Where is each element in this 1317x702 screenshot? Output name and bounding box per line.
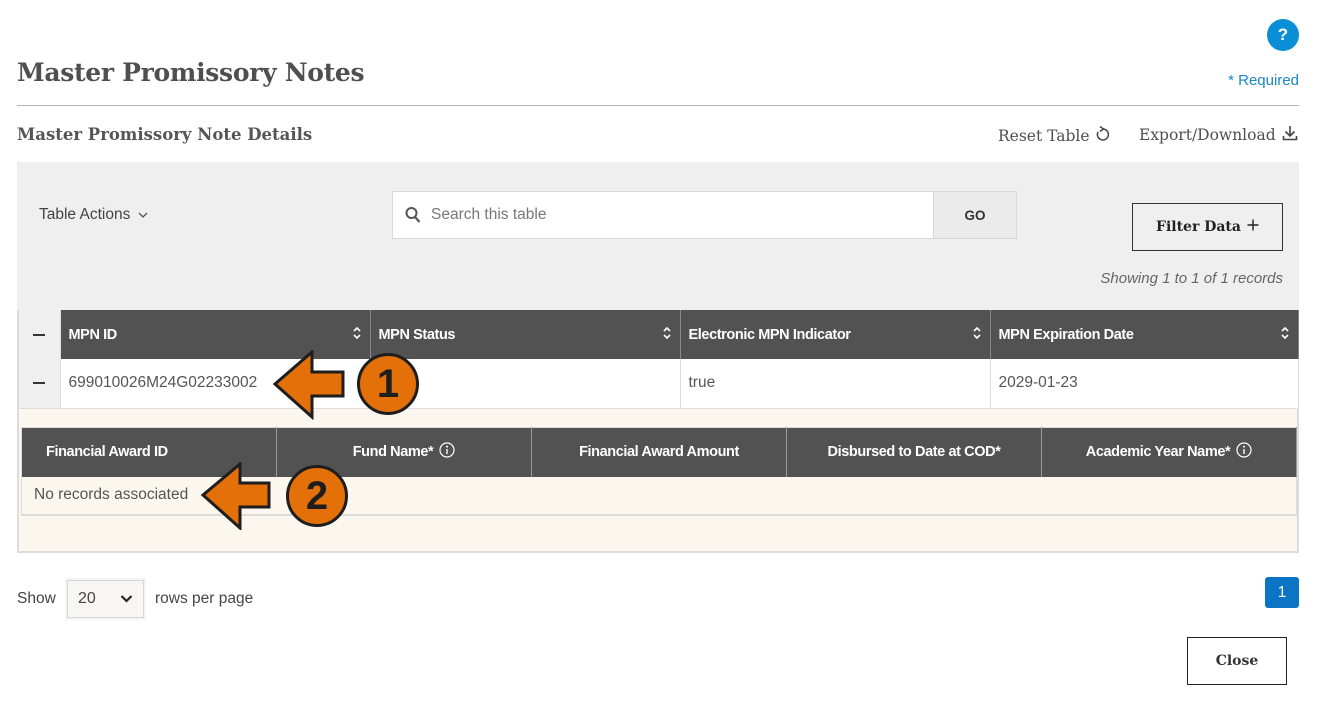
chevron-down-icon (120, 590, 133, 608)
column-label: MPN Status (378, 326, 456, 343)
row-collapse-toggle[interactable] (19, 359, 61, 409)
sort-icon[interactable] (352, 325, 362, 345)
column-label: Financial Award Amount (579, 444, 739, 461)
column-label: Financial Award ID (46, 444, 168, 461)
callout-badge-2: 2 (286, 465, 348, 527)
info-icon[interactable] (1236, 442, 1252, 462)
column-header-financial-award-amount: Financial Award Amount (531, 427, 787, 477)
column-label: Disbursed to Date at COD* (827, 444, 1001, 461)
export-download-label: Export/Download (1139, 126, 1276, 144)
cell-expiration-date: 2029-01-23 (990, 359, 1299, 409)
rows-per-page-select[interactable]: 20 (67, 580, 144, 618)
arrow-left-icon (272, 348, 345, 421)
arrow-left-icon (200, 460, 271, 532)
records-count: Showing 1 to 1 of 1 records (1100, 270, 1283, 287)
minus-icon (33, 333, 46, 336)
table-row[interactable]: 699010026M24G02233002 true 2029-01-23 (19, 359, 1299, 409)
download-icon (1282, 125, 1298, 145)
show-label: Show (17, 590, 56, 607)
required-note: * Required (1228, 72, 1299, 89)
go-button[interactable]: GO (933, 191, 1017, 239)
column-header-expiration-date[interactable]: MPN Expiration Date (990, 310, 1299, 359)
column-header-academic-year-name: Academic Year Name* (1041, 427, 1297, 477)
column-label: MPN ID (68, 326, 118, 343)
reset-table-label: Reset Table (998, 127, 1090, 145)
title-divider (17, 105, 1299, 106)
sort-icon[interactable] (1280, 325, 1290, 345)
info-icon[interactable] (439, 442, 455, 462)
sort-icon[interactable] (972, 325, 982, 345)
rows-per-page-value: 20 (78, 590, 96, 607)
callout-arrow-2 (200, 460, 275, 535)
column-header-disbursed-to-date: Disbursed to Date at COD* (786, 427, 1042, 477)
table-toolbar: Table Actions GO Filter Data Showing 1 t… (17, 162, 1299, 310)
column-header-electronic-indicator[interactable]: Electronic MPN Indicator (680, 310, 991, 359)
page-title: Master Promissory Notes (17, 58, 365, 87)
refresh-icon (1096, 125, 1110, 146)
section-title: Master Promissory Note Details (17, 125, 313, 144)
column-label: Electronic MPN Indicator (688, 326, 851, 343)
table-actions-dropdown[interactable]: Table Actions (39, 206, 148, 224)
callout-arrow-1 (272, 348, 352, 425)
sort-icon[interactable] (662, 325, 672, 345)
column-header-mpn-status[interactable]: MPN Status (370, 310, 681, 359)
minus-icon (33, 382, 46, 385)
column-label: Fund Name* (352, 444, 434, 461)
collapse-all-toggle[interactable] (19, 310, 61, 359)
export-download-link[interactable]: Export/Download (1139, 125, 1298, 145)
cell-electronic-indicator: true (680, 359, 991, 409)
help-button[interactable]: ? (1267, 19, 1299, 51)
search-box (392, 191, 934, 239)
filter-data-label: Filter Data (1156, 219, 1241, 235)
column-label: Academic Year Name* (1085, 444, 1231, 461)
column-label: MPN Expiration Date (998, 326, 1134, 343)
mpn-table: MPN ID MPN Status Electronic MPN Indicat… (19, 310, 1299, 409)
rows-per-page-label: rows per page (155, 590, 254, 607)
close-button[interactable]: Close (1187, 637, 1287, 685)
search-icon (395, 206, 431, 224)
table-header-row: MPN ID MPN Status Electronic MPN Indicat… (19, 310, 1299, 359)
filter-data-button[interactable]: Filter Data (1132, 203, 1283, 251)
reset-table-link[interactable]: Reset Table (998, 125, 1110, 146)
search-input[interactable] (431, 193, 931, 237)
page-button-1[interactable]: 1 (1265, 577, 1299, 608)
plus-icon (1247, 219, 1259, 235)
chevron-down-icon (138, 206, 148, 224)
callout-badge-1: 1 (357, 353, 419, 415)
table-actions-label: Table Actions (39, 206, 131, 223)
